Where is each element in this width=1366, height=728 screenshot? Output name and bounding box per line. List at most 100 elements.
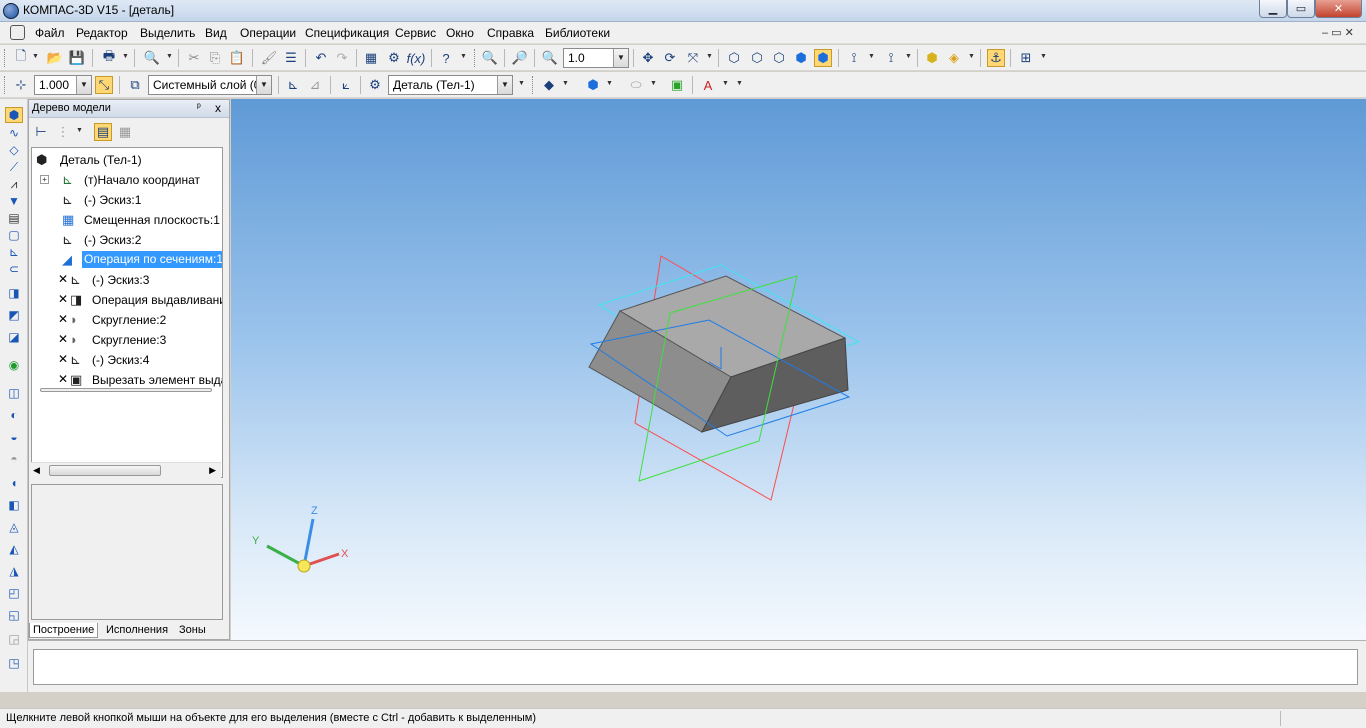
tree-sort-icon[interactable]: ⋮ [54,123,72,141]
close-button[interactable]: ✕ [1315,0,1362,18]
orientation-dropdown-icon[interactable]: ▼ [706,53,713,63]
array-icon[interactable]: ◮ [5,563,23,579]
measure-icon[interactable]: ⊾ [5,244,23,260]
boolean-icon[interactable]: ◳ [5,655,23,671]
tree-row[interactable]: ⊾ (-) Эскиз:1 [32,190,222,210]
tree-horizontal-scrollbar[interactable]: ◀ ▶ [31,462,221,478]
tree-row[interactable]: ✕ ▣ Вырезать элемент выда [32,370,222,390]
cut-extrude-icon[interactable]: ◫ [5,385,23,401]
help-pointer-icon[interactable]: ? [437,49,455,67]
color-dropdown-icon[interactable]: ▼ [606,80,613,90]
rib-icon[interactable]: ◭ [5,541,23,557]
rotate-op-icon[interactable]: ◩ [5,307,23,323]
menu-service[interactable]: Сервис [395,26,436,40]
function-icon[interactable]: f(x) [407,49,426,67]
minimize-button[interactable]: ▁ [1259,0,1287,18]
preview-dropdown-icon[interactable]: ▼ [166,53,173,63]
section-icon[interactable]: ◈ [945,49,963,67]
display-filter-icon[interactable]: ⟟ [882,49,900,67]
layer-icon[interactable]: ⧉ [126,76,144,94]
open-folder-icon[interactable]: 📂 [46,49,64,67]
menu-help[interactable]: Справка [487,26,534,40]
object-combo[interactable]: Деталь (Тел-1) ▼ [388,75,513,95]
print-icon[interactable]: 🖶 [100,48,118,67]
mcs-icon[interactable]: ▣ [668,76,686,94]
edit-in-place-icon[interactable]: ⊿ [306,76,324,94]
chamfer-icon[interactable]: ◧ [5,497,23,513]
chevron-down-icon[interactable]: ▼ [256,76,271,94]
scroll-right-icon[interactable]: ▶ [209,465,216,476]
filter-dropdown-icon[interactable]: ▼ [868,53,875,63]
cut-loft-icon[interactable]: ◓ [5,451,23,467]
tree-row[interactable]: ⊾ (-) Эскиз:2 [32,230,222,250]
shaded-edges-icon[interactable]: ⬢ [814,49,832,67]
chevron-down-icon[interactable]: ▼ [497,76,512,94]
dimensions-icon[interactable]: ⩘ [5,176,23,192]
paste-icon[interactable]: 📋 [228,49,246,67]
tree-order-icon[interactable]: ▤ [94,123,112,141]
menu-specification[interactable]: Спецификация [305,26,389,40]
properties-list-icon[interactable]: ☰ [282,49,300,67]
maximize-button[interactable]: ▭ [1287,0,1315,18]
color-icon[interactable]: ⬢ [584,76,602,94]
tree-row[interactable]: ⬢ Деталь (Тел-1) [32,150,222,170]
close-icon[interactable]: x [215,101,221,115]
text-annotation-icon[interactable]: A [699,76,717,94]
tree-row[interactable]: ✕ ⊾ (-) Эскиз:3 [32,270,222,290]
shaded-icon[interactable]: ⬢ [792,49,810,67]
tree-row[interactable]: ✕ ⊾ (-) Эскиз:4 [32,350,222,370]
wireframe-icon[interactable]: ⬡ [725,49,743,67]
print-preview-icon[interactable]: 🔍 [143,49,161,67]
mirror-icon[interactable]: ◰ [5,585,23,601]
tree-row[interactable]: + ⊾ (т)Начало координат [32,170,222,190]
cut-rotate-icon[interactable]: ◐ [5,407,23,423]
layer-combo[interactable]: Системный слой (0) ▼ [148,75,272,95]
draft-icon[interactable]: ◱ [5,607,23,623]
manager-icon[interactable]: ▦ [362,49,380,67]
document-icon[interactable] [10,25,25,40]
scroll-thumb[interactable] [49,465,161,476]
hidden-lines-icon[interactable]: ⬡ [748,49,766,67]
kinematic-icon[interactable]: ◪ [5,329,23,345]
material-icon[interactable]: ◆ [540,76,558,94]
extrude-icon[interactable]: ◨ [5,285,23,301]
zoom-scale-icon[interactable]: 🔍 [541,49,559,67]
zoom-dynamic-icon[interactable]: 🔎 [511,49,529,67]
auxiliary-geometry-icon[interactable]: ⟋ [5,159,23,175]
toolbar-overflow-icon-3[interactable]: ▼ [518,80,525,90]
menu-editor[interactable]: Редактор [76,26,128,40]
copy-icon[interactable]: ⎘ [206,49,224,67]
plane-display-icon[interactable]: ⬭ [627,76,645,94]
split-icon[interactable]: ◲ [5,631,23,647]
new-document-dropdown-icon[interactable]: ▼ [32,53,39,63]
toolbar-overflow-icon-4[interactable]: ▼ [736,80,743,90]
toolbar-overflow-icon-2[interactable]: ▼ [1040,53,1047,63]
menu-select[interactable]: Выделить [140,26,195,40]
object-icon[interactable]: ⚙ [366,76,384,94]
editing-part-icon[interactable]: ⬢ [5,107,23,123]
local-cs-icon[interactable]: ⟀ [337,76,355,94]
section-dropdown-icon[interactable]: ▼ [968,53,975,63]
perspective-icon[interactable]: ⬢ [923,49,941,67]
step-icon[interactable]: ⊹ [12,76,30,94]
tree-row[interactable]: ✕ ◨ Операция выдавливания [32,290,222,310]
orientation-icon[interactable]: ⤧ [684,49,702,67]
zoom-window-icon[interactable]: 🔍 [481,49,499,67]
menu-window[interactable]: Окно [446,26,474,40]
filter-icon[interactable]: ⟟ [845,49,863,67]
rotate-icon[interactable]: ⟳ [661,49,679,67]
cut-kinematic-icon[interactable]: ◒ [5,429,23,445]
kompas-app-icon[interactable] [3,3,19,19]
tab-versions[interactable]: Исполнения [103,623,171,637]
report-icon[interactable]: ▢ [5,227,23,243]
tree-row[interactable]: ▦ Смещенная плоскость:1 [32,210,222,230]
menu-view[interactable]: Вид [205,26,227,40]
scroll-left-icon[interactable]: ◀ [33,465,40,476]
scale-combo[interactable]: 1.0 ▼ [563,48,629,68]
model-scene[interactable]: Z X Y [231,99,1366,640]
menu-file[interactable]: Файл [35,26,65,40]
toolbar-grip[interactable] [4,49,7,67]
tab-construction[interactable]: Построение [29,623,99,638]
cursor-step-icon[interactable]: ⤡ [95,76,113,94]
print-dropdown-icon[interactable]: ▼ [122,53,129,63]
